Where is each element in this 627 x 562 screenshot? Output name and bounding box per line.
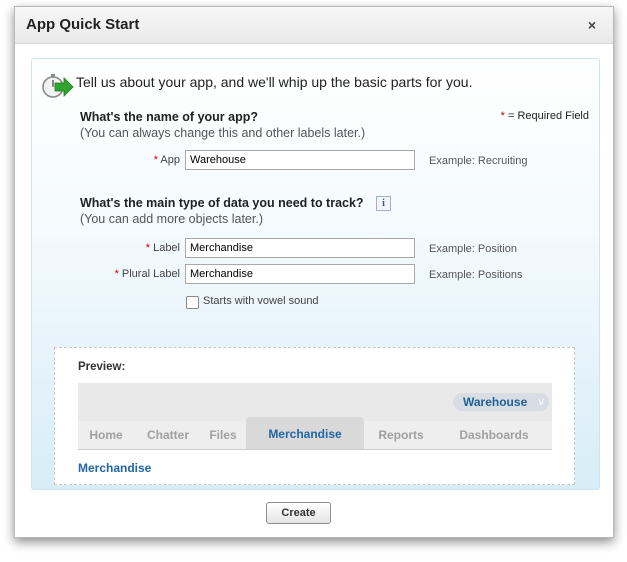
app-picker-label: Warehouse xyxy=(463,395,528,409)
close-icon[interactable]: × xyxy=(585,18,599,32)
preview-tab-files[interactable]: Files xyxy=(202,421,244,449)
chevron-down-icon: v xyxy=(538,396,545,408)
required-mark: * xyxy=(114,268,119,280)
preview-tab-home[interactable]: Home xyxy=(78,421,134,449)
dialog-header: App Quick Start × xyxy=(15,7,613,44)
required-mark: * xyxy=(153,154,158,166)
label-input[interactable] xyxy=(185,238,415,258)
app-name-subtitle: (You can always change this and other la… xyxy=(80,126,366,140)
plural-label-example: Example: Positions xyxy=(429,269,523,281)
required-legend-text: = Required Field xyxy=(504,110,589,122)
required-field-legend: * = Required Field xyxy=(501,110,589,122)
label-field-label: * Label xyxy=(80,242,180,254)
vowel-sound-checkbox[interactable] xyxy=(186,296,199,309)
create-button[interactable]: Create xyxy=(266,502,331,524)
data-type-heading: What's the main type of data you need to… xyxy=(80,196,364,210)
info-icon[interactable]: i xyxy=(376,196,391,211)
preview-label: Preview: xyxy=(78,361,126,373)
app-example: Example: Recruiting xyxy=(429,155,528,167)
label-text: Label xyxy=(153,242,180,254)
stopwatch-arrow-icon xyxy=(42,74,74,98)
app-picker[interactable]: Warehouse v xyxy=(453,393,549,411)
preview-tab-merchandise[interactable]: Merchandise xyxy=(246,417,364,449)
plural-label-field-label: * Plural Label xyxy=(80,268,180,280)
preview-tab-bar: Home Chatter Files Merchandise Reports D… xyxy=(78,417,552,450)
intro-text: Tell us about your app, and we'll whip u… xyxy=(76,74,473,90)
preview-tab-reports[interactable]: Reports xyxy=(368,421,434,449)
dialog-title: App Quick Start xyxy=(26,16,140,33)
label-example: Example: Position xyxy=(429,243,518,255)
app-quick-start-dialog: App Quick Start × Tell us about your app… xyxy=(14,6,614,538)
app-field-label: * App xyxy=(80,154,180,166)
app-label-text: App xyxy=(160,154,180,166)
data-type-subtitle: (You can add more objects later.) xyxy=(80,212,263,226)
preview-header: Warehouse v xyxy=(78,383,552,421)
preview-object-link[interactable]: Merchandise xyxy=(78,461,151,475)
vowel-sound-label: Starts with vowel sound xyxy=(203,295,319,307)
app-name-heading: What's the name of your app? xyxy=(80,110,258,124)
preview-box: Preview: Warehouse v Home Chatter Files M… xyxy=(54,347,575,485)
preview-tab-chatter[interactable]: Chatter xyxy=(138,421,198,449)
form-panel: Tell us about your app, and we'll whip u… xyxy=(31,58,600,490)
app-name-input[interactable] xyxy=(185,150,415,170)
required-mark: * xyxy=(145,242,151,254)
plural-label-input[interactable] xyxy=(185,264,415,284)
plural-label-text: Plural Label xyxy=(121,268,180,280)
preview-tab-dashboards[interactable]: Dashboards xyxy=(448,421,540,449)
